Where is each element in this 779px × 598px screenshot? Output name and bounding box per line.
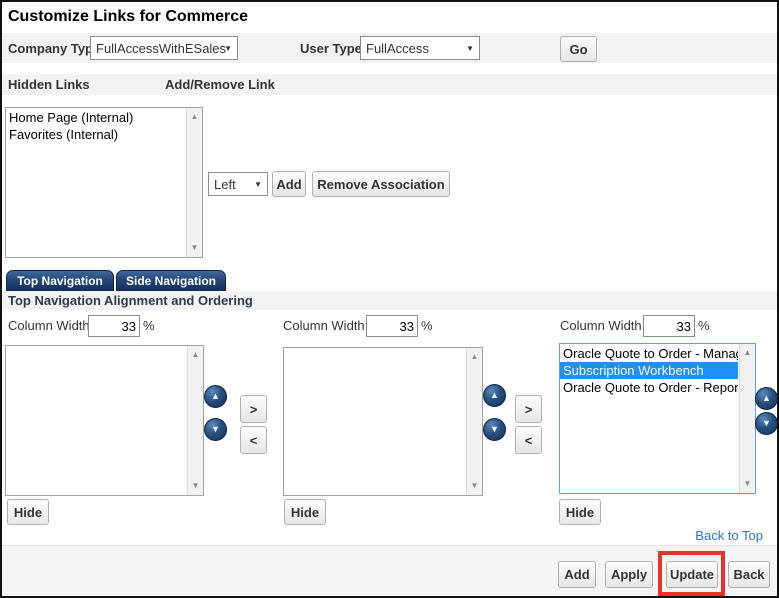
- add-remove-link-header: Add/Remove Link: [165, 77, 275, 92]
- position-select[interactable]: Left ▼: [208, 172, 268, 196]
- company-type-value: FullAccessWithESales: [96, 41, 226, 56]
- update-button[interactable]: Update: [666, 561, 718, 588]
- arrow-down-icon: ▼: [490, 425, 499, 434]
- column3-move-down-button[interactable]: ▼: [755, 412, 778, 435]
- column1-move-down-button[interactable]: ▼: [204, 418, 227, 441]
- move-right-button-2[interactable]: >: [515, 395, 542, 423]
- company-type-select[interactable]: FullAccessWithESales ▼: [90, 36, 238, 60]
- arrow-up-icon: ▲: [490, 391, 499, 400]
- scroll-up-icon[interactable]: ▲: [740, 346, 755, 360]
- customize-links-page: Customize Links for Commerce Company Typ…: [0, 0, 779, 598]
- scrollbar[interactable]: ▲ ▼: [186, 108, 202, 257]
- tab-side-navigation[interactable]: Side Navigation: [116, 270, 226, 291]
- hidden-links-listbox[interactable]: Home Page (Internal)Favorites (Internal)…: [5, 107, 203, 258]
- column2-width-unit: %: [421, 318, 433, 333]
- go-button[interactable]: Go: [560, 36, 597, 62]
- arrow-up-icon: ▲: [211, 392, 220, 401]
- scroll-down-icon[interactable]: ▼: [187, 241, 202, 255]
- column2-list: [284, 349, 465, 495]
- column1-width-input[interactable]: [88, 315, 140, 337]
- column2-width-input[interactable]: [366, 315, 418, 337]
- chevron-down-icon: ▼: [224, 44, 232, 53]
- move-left-button-2[interactable]: <: [515, 426, 542, 454]
- column2-move-up-button[interactable]: ▲: [483, 384, 506, 407]
- user-type-label: User Type: [300, 41, 362, 56]
- column3-list: Oracle Quote to Order - ManagerSubscript…: [560, 345, 738, 493]
- scroll-up-icon[interactable]: ▲: [188, 348, 203, 362]
- column1-listbox[interactable]: ▲ ▼: [5, 345, 204, 496]
- scrollbar[interactable]: ▲ ▼: [466, 348, 482, 495]
- scrollbar[interactable]: ▲ ▼: [739, 344, 755, 493]
- move-right-button-1[interactable]: >: [240, 395, 267, 423]
- page-title: Customize Links for Commerce: [8, 8, 248, 26]
- column1-move-up-button[interactable]: ▲: [204, 385, 227, 408]
- back-to-top-link[interactable]: Back to Top: [695, 528, 763, 543]
- remove-association-button[interactable]: Remove Association: [312, 171, 450, 197]
- list-item[interactable]: Home Page (Internal): [6, 109, 185, 126]
- tab-top-navigation[interactable]: Top Navigation: [6, 270, 114, 291]
- arrow-down-icon: ▼: [762, 419, 771, 428]
- column2-hide-button[interactable]: Hide: [284, 499, 326, 525]
- list-item[interactable]: Oracle Quote to Order - Reporting: [560, 379, 738, 396]
- column3-width-input[interactable]: [643, 315, 695, 337]
- back-button[interactable]: Back: [728, 561, 770, 588]
- scroll-down-icon[interactable]: ▼: [467, 479, 482, 493]
- footer-bar: [2, 545, 777, 596]
- list-item[interactable]: Subscription Workbench: [560, 362, 738, 379]
- move-left-button-1[interactable]: <: [240, 426, 267, 454]
- column1-width-label: Column Width:: [8, 318, 93, 333]
- add-button[interactable]: Add: [558, 561, 596, 588]
- column1-width-unit: %: [143, 318, 155, 333]
- scrollbar[interactable]: ▲ ▼: [187, 346, 203, 495]
- user-type-select[interactable]: FullAccess ▼: [360, 36, 480, 60]
- apply-button[interactable]: Apply: [605, 561, 653, 588]
- column3-listbox[interactable]: Oracle Quote to Order - ManagerSubscript…: [559, 343, 756, 494]
- position-value: Left: [214, 177, 236, 192]
- chevron-down-icon: ▼: [254, 180, 262, 189]
- section-header: Top Navigation Alignment and Ordering: [8, 293, 253, 308]
- scroll-up-icon[interactable]: ▲: [467, 350, 482, 364]
- column1-hide-button[interactable]: Hide: [7, 499, 49, 525]
- scroll-down-icon[interactable]: ▼: [188, 479, 203, 493]
- arrow-down-icon: ▼: [211, 425, 220, 434]
- column2-width-label: Column Width:: [283, 318, 368, 333]
- column3-hide-button[interactable]: Hide: [559, 499, 601, 525]
- list-item[interactable]: Oracle Quote to Order - Manager: [560, 345, 738, 362]
- hidden-links-header: Hidden Links: [8, 77, 90, 92]
- add-link-button[interactable]: Add: [272, 171, 306, 197]
- column3-move-up-button[interactable]: ▲: [755, 387, 778, 410]
- chevron-down-icon: ▼: [466, 44, 474, 53]
- hidden-links-list: Home Page (Internal)Favorites (Internal): [6, 109, 185, 257]
- column3-width-label: Column Width:: [560, 318, 645, 333]
- hidden-links-band: [2, 74, 777, 95]
- column3-width-unit: %: [698, 318, 710, 333]
- arrow-up-icon: ▲: [762, 394, 771, 403]
- column1-list: [6, 347, 186, 495]
- column2-listbox[interactable]: ▲ ▼: [283, 347, 483, 496]
- company-type-label: Company Type: [8, 41, 100, 56]
- column2-move-down-button[interactable]: ▼: [483, 418, 506, 441]
- user-type-value: FullAccess: [366, 41, 429, 56]
- scroll-up-icon[interactable]: ▲: [187, 110, 202, 124]
- list-item[interactable]: Favorites (Internal): [6, 126, 185, 143]
- scroll-down-icon[interactable]: ▼: [740, 477, 755, 491]
